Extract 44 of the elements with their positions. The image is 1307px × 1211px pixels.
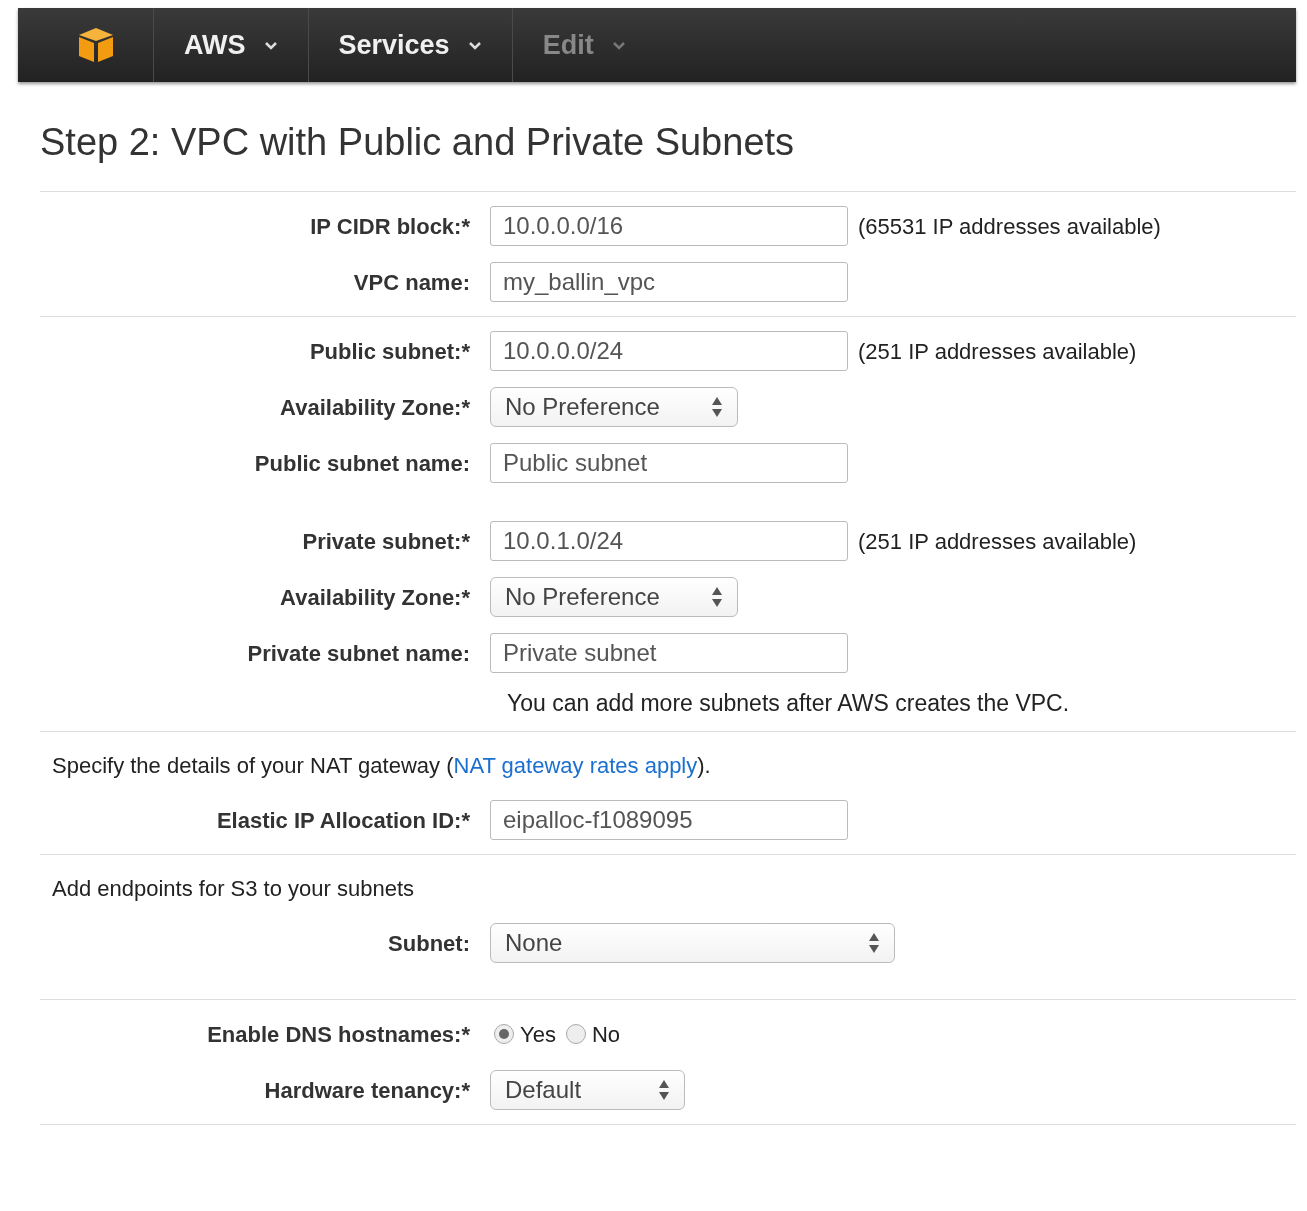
nav-menu-button[interactable]: AWS	[184, 24, 278, 66]
text-field[interactable]: my_ballin_vpc	[490, 262, 848, 302]
dropdown-select[interactable]: None	[490, 923, 895, 963]
nav-menu-button[interactable]: Services	[338, 24, 482, 66]
stepper-arrows-icon	[868, 931, 880, 955]
chevron-down-icon	[611, 40, 626, 50]
availability-hint: (251 IP addresses available)	[858, 527, 1137, 556]
field-label: IP CIDR block:*	[310, 213, 470, 239]
field-label: Enable DNS hostnames:*	[207, 1021, 470, 1047]
field-label: VPC name:	[353, 269, 470, 295]
subnet-note: You can add more subnets after AWS creates the VPC.	[507, 688, 1070, 718]
radio-label: No	[591, 1020, 620, 1049]
dropdown-select[interactable]: No Preference	[490, 387, 738, 427]
dropdown-select[interactable]: Default	[490, 1070, 685, 1110]
stepper-arrows-icon	[711, 585, 723, 609]
field-label: Public subnet name:	[254, 450, 470, 476]
section-intro: Specify the details of your NAT gateway (NAT gateway rates apply).	[52, 751, 711, 780]
chevron-down-icon	[263, 40, 278, 50]
field-label: Subnet:	[388, 930, 470, 956]
availability-hint: (65531 IP addresses available)	[858, 212, 1161, 241]
stepper-arrows-icon	[658, 1078, 670, 1102]
text-field[interactable]: 10.0.0.0/16	[490, 206, 848, 246]
page-title: Step 2: VPC with Public and Private Subnets	[40, 120, 796, 165]
availability-hint: (251 IP addresses available)	[858, 337, 1137, 366]
field-label: Private subnet name:	[247, 640, 470, 666]
field-label: Availability Zone:*	[280, 394, 470, 420]
field-label: Public subnet:*	[309, 338, 470, 364]
section-intro: Add endpoints for S3 to your subnets	[52, 874, 414, 903]
field-label: Availability Zone:*	[280, 584, 470, 610]
field-label: Private subnet:*	[302, 528, 470, 554]
text-field[interactable]: Private subnet	[490, 633, 848, 673]
text-field[interactable]: 10.0.0.0/24	[490, 331, 848, 371]
radio-button[interactable]	[494, 1024, 514, 1044]
field-label: Elastic IP Allocation ID:*	[216, 807, 470, 833]
radio-button[interactable]	[565, 1024, 586, 1044]
chevron-down-icon	[467, 40, 482, 50]
dropdown-select[interactable]: No Preference	[490, 577, 738, 617]
text-field[interactable]: eipalloc-f1089095	[490, 800, 848, 840]
field-label: Hardware tenancy:*	[264, 1077, 470, 1103]
radio-label: Yes	[520, 1020, 556, 1049]
text-field[interactable]: Public subnet	[490, 443, 848, 483]
stepper-arrows-icon	[711, 395, 723, 419]
rates-link[interactable]: NAT gateway rates apply	[453, 752, 698, 778]
text-field[interactable]: 10.0.1.0/24	[490, 521, 848, 561]
